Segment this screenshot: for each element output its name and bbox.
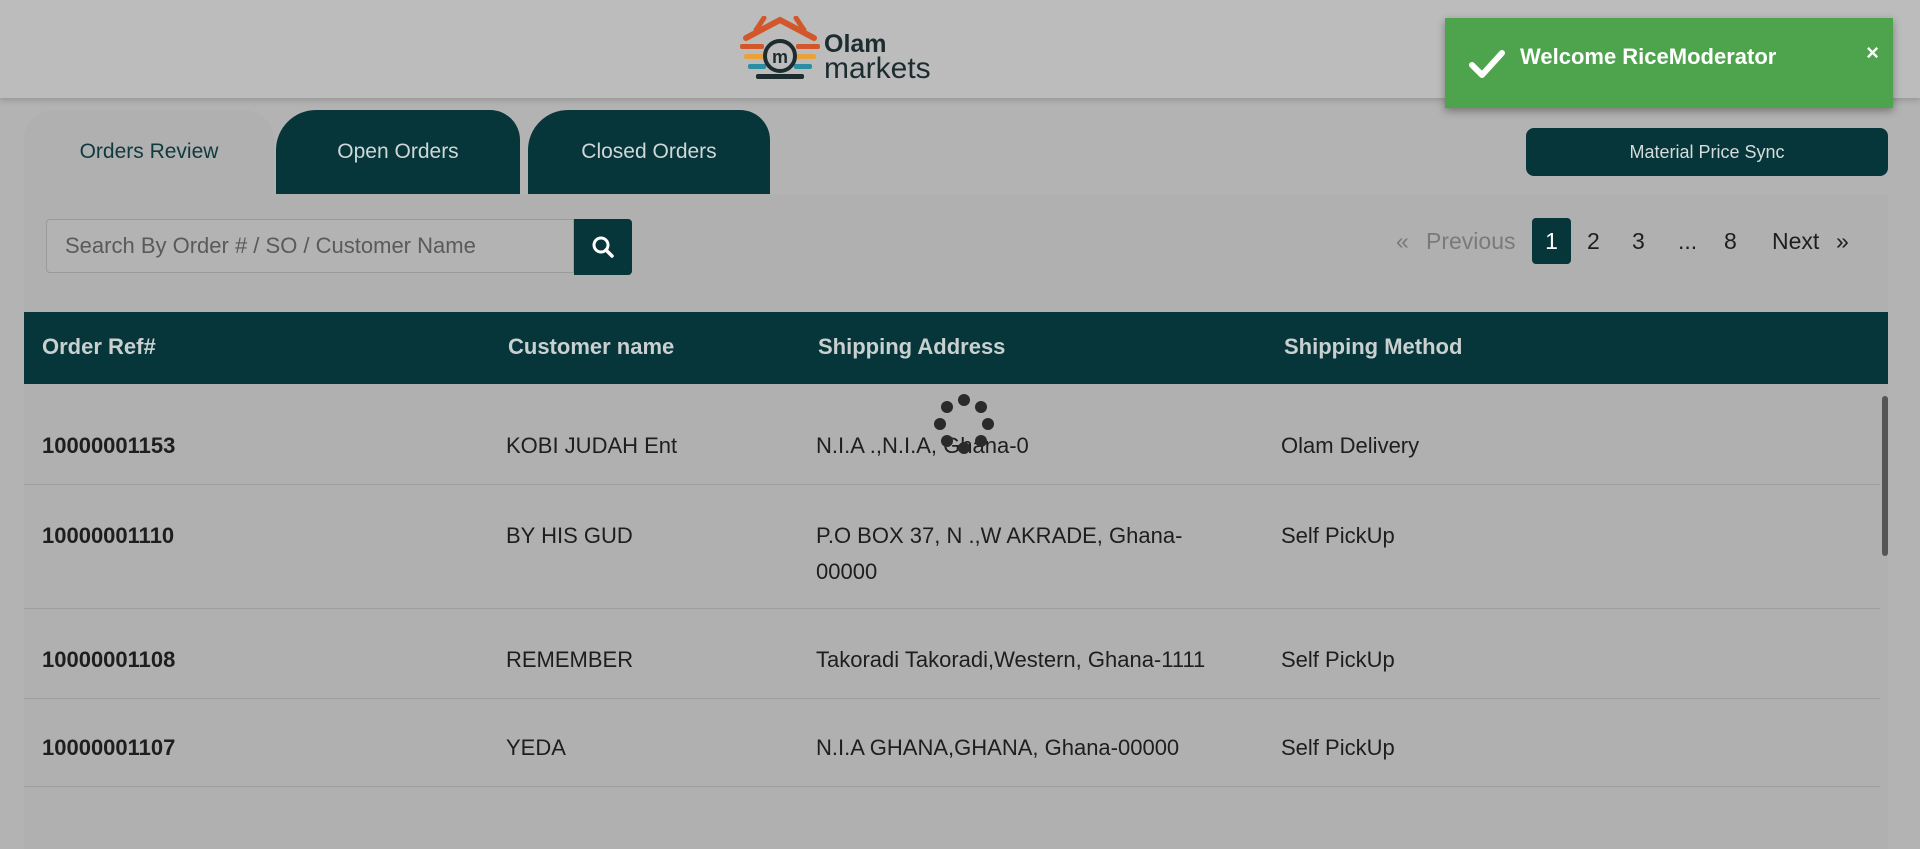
welcome-toast: Welcome RiceModerator × bbox=[1445, 18, 1893, 108]
customer-name: YEDA bbox=[506, 735, 566, 760]
pagination-previous[interactable]: Previous bbox=[1426, 218, 1515, 264]
shipping-address: N.I.A GHANA,GHANA, Ghana-00000 bbox=[816, 735, 1180, 760]
pagination-page-8[interactable]: 8 bbox=[1724, 218, 1737, 264]
table-scrollbar[interactable] bbox=[1882, 396, 1888, 556]
table-row[interactable]: 10000001107 YEDA N.I.A GHANA,GHANA, Ghan… bbox=[24, 700, 1880, 787]
pagination-last[interactable]: » bbox=[1836, 218, 1849, 264]
pagination-page-3[interactable]: 3 bbox=[1632, 218, 1645, 264]
column-header-order-ref[interactable]: Order Ref# bbox=[42, 334, 156, 360]
customer-name: REMEMBER bbox=[506, 647, 634, 672]
pagination-ellipsis: ... bbox=[1678, 228, 1698, 254]
tab-closed-orders[interactable]: Closed Orders bbox=[528, 110, 770, 194]
search-button[interactable] bbox=[574, 219, 632, 275]
orders-table-header: Order Ref# Customer name Shipping Addres… bbox=[24, 312, 1888, 384]
material-price-sync-button[interactable]: Material Price Sync bbox=[1526, 128, 1888, 176]
tab-orders-review[interactable]: Orders Review bbox=[24, 110, 274, 194]
shipping-method: Self PickUp bbox=[1281, 735, 1395, 760]
shipping-address: N.I.A .,N.I.A, Ghana-0 bbox=[816, 433, 1029, 458]
pagination-page-2[interactable]: 2 bbox=[1587, 218, 1600, 264]
table-row[interactable]: 10000001110 BY HIS GUD P.O BOX 37, N .,W… bbox=[24, 486, 1880, 609]
table-row[interactable]: 10000001108 REMEMBER Takoradi Takoradi,W… bbox=[24, 610, 1880, 699]
shipping-method: Self PickUp bbox=[1281, 647, 1395, 672]
pagination-next[interactable]: Next bbox=[1772, 218, 1819, 264]
loading-spinner-icon bbox=[934, 394, 994, 454]
column-header-customer-name[interactable]: Customer name bbox=[508, 334, 674, 360]
order-ref[interactable]: 10000001108 bbox=[42, 642, 175, 678]
shipping-address-line-2: 00000 bbox=[816, 559, 878, 584]
order-ref[interactable]: 10000001153 bbox=[42, 428, 175, 464]
customer-name: KOBI JUDAH Ent bbox=[506, 433, 678, 458]
toast-close-icon[interactable]: × bbox=[1866, 40, 1879, 66]
order-ref[interactable]: 10000001110 bbox=[42, 518, 174, 554]
pagination-page-1[interactable]: 1 bbox=[1532, 218, 1571, 264]
basket-logo-icon: m bbox=[740, 16, 820, 79]
shipping-method: Self PickUp bbox=[1281, 523, 1395, 548]
pagination-first[interactable]: « bbox=[1396, 218, 1409, 264]
search-icon bbox=[592, 236, 614, 258]
column-header-shipping-address[interactable]: Shipping Address bbox=[818, 334, 1005, 360]
toast-message: Welcome RiceModerator bbox=[1520, 44, 1777, 69]
shipping-method: Olam Delivery bbox=[1281, 433, 1420, 458]
tab-open-orders[interactable]: Open Orders bbox=[276, 110, 520, 194]
column-header-shipping-method[interactable]: Shipping Method bbox=[1284, 334, 1462, 360]
svg-text:m: m bbox=[772, 47, 788, 67]
checkmark-icon bbox=[1469, 50, 1505, 78]
olam-markets-logo[interactable]: m Olam markets bbox=[738, 16, 938, 85]
shipping-address: P.O BOX 37, N .,W AKRADE, Ghana- bbox=[816, 523, 1183, 548]
search-input[interactable] bbox=[46, 219, 574, 273]
shipping-address: Takoradi Takoradi,Western, Ghana-1111 bbox=[816, 647, 1206, 672]
brand-subname: markets bbox=[824, 52, 931, 85]
order-ref[interactable]: 10000001107 bbox=[42, 730, 175, 766]
customer-name: BY HIS GUD bbox=[506, 523, 633, 548]
